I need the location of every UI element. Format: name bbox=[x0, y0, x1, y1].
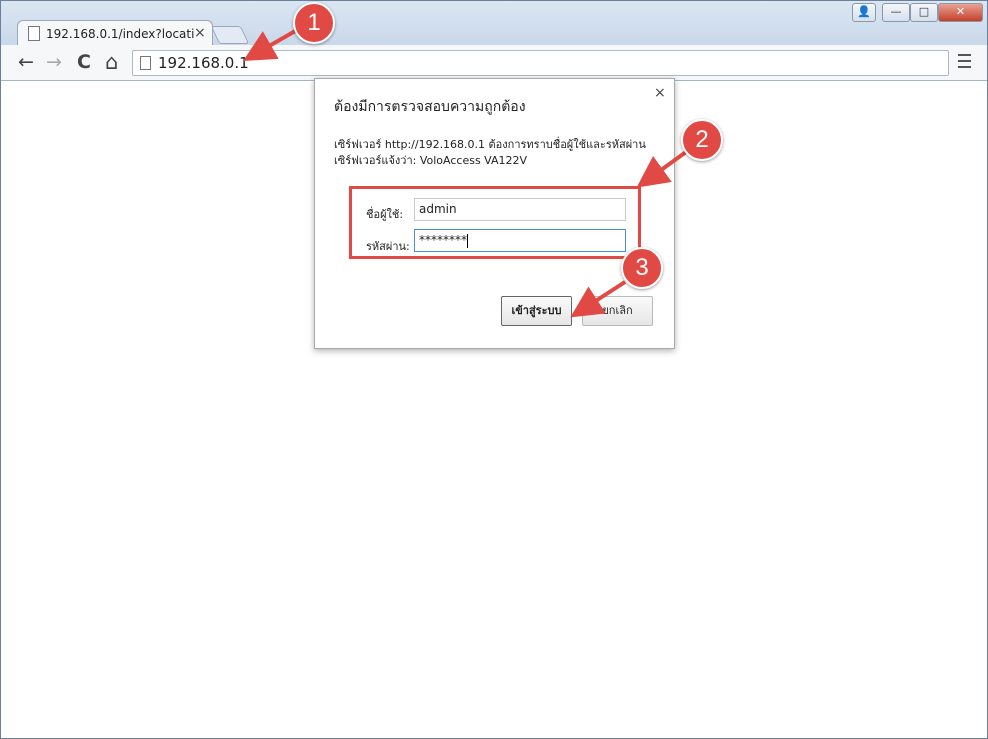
step-3-badge: 3 bbox=[621, 247, 663, 289]
step-2-badge: 2 bbox=[681, 119, 723, 161]
arrow-to-address bbox=[243, 28, 298, 61]
step-1-badge: 1 bbox=[293, 2, 335, 44]
annotation-arrows bbox=[243, 28, 688, 318]
arrow-to-login bbox=[570, 280, 627, 318]
arrow-to-credentials bbox=[636, 150, 688, 188]
